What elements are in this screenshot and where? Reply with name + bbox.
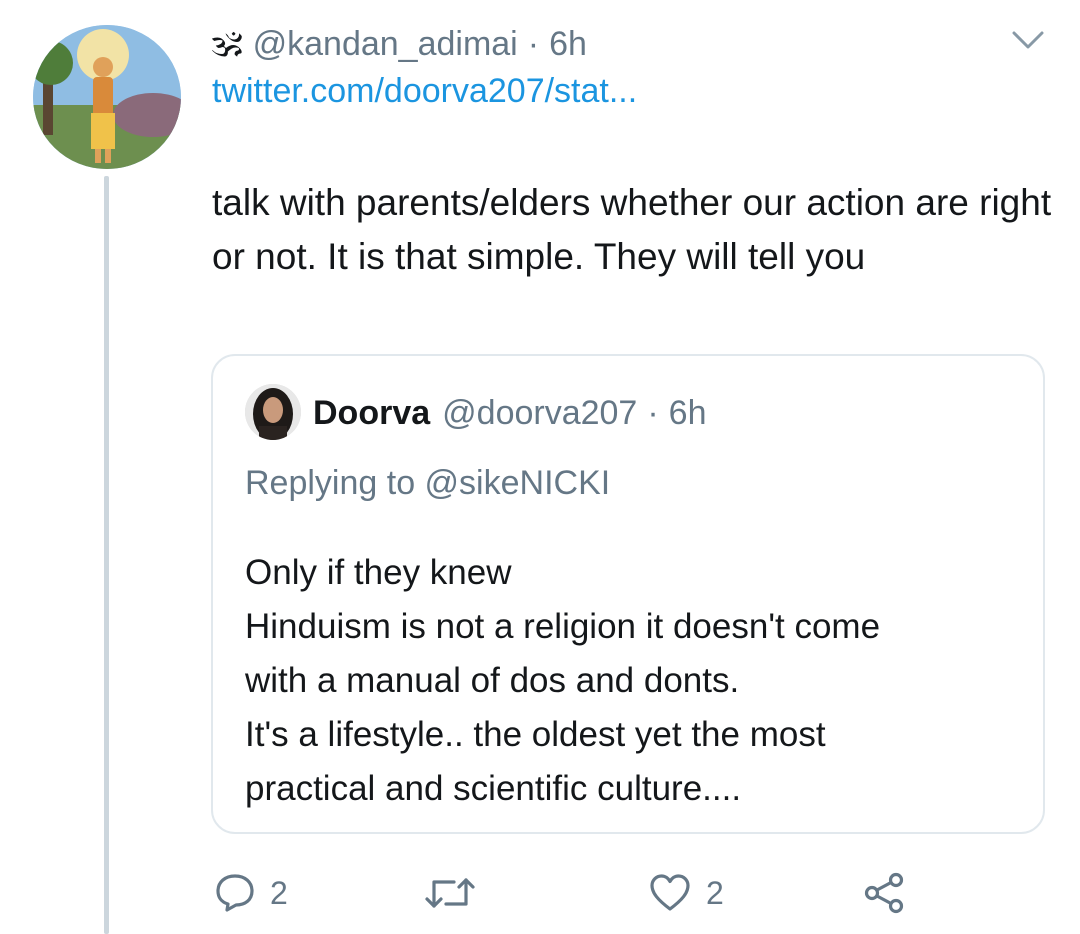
quoted-text-line: It's a lifestyle.. the oldest yet the mo…	[245, 715, 826, 754]
quoted-time: 6h	[668, 393, 707, 432]
quoted-author-name[interactable]: Doorva	[313, 394, 430, 433]
header-separator: ·	[527, 24, 540, 63]
reply-count: 2	[270, 874, 288, 911]
tweet-link[interactable]: twitter.com/doorva207/stat...	[212, 72, 637, 111]
replying-to: Replying to @sikeNICKI	[245, 464, 611, 502]
share-icon	[864, 872, 904, 914]
chevron-down-icon[interactable]	[1012, 30, 1044, 50]
quoted-author-avatar[interactable]	[245, 384, 301, 440]
retweet-icon	[425, 878, 475, 908]
quoted-text-line: Hinduism is not a religion it doesn't co…	[245, 607, 881, 646]
quoted-separator: ·	[647, 393, 659, 432]
reply-icon	[216, 874, 254, 912]
share-button[interactable]	[862, 868, 908, 918]
tweet-text: talk with parents/elders whether our act…	[212, 182, 1052, 277]
retweet-button[interactable]	[424, 868, 490, 918]
quoted-text: Only if they knew Hinduism is not a reli…	[245, 546, 1035, 816]
heart-icon	[650, 874, 690, 911]
quoted-text-line: with a manual of dos and donts.	[245, 661, 740, 700]
tweet-time[interactable]: 6h	[549, 25, 587, 64]
quoted-author-handle[interactable]: @doorva207	[442, 394, 637, 433]
author-handle[interactable]: @kandan_adimai	[253, 25, 518, 64]
thread-line	[104, 176, 109, 934]
quoted-tweet-card[interactable]: Doorva @doorva207 · 6h Replying to @sike…	[211, 354, 1045, 834]
author-name[interactable]: 🕉	[212, 25, 243, 64]
like-button[interactable]: 2	[648, 868, 724, 918]
quoted-header: Doorva @doorva207 · 6h	[313, 386, 707, 440]
quoted-text-line: practical and scientific culture....	[245, 769, 742, 808]
like-count: 2	[706, 874, 724, 911]
tweet-header: 🕉 @kandan_adimai · 6h	[212, 20, 587, 68]
quoted-text-line: Only if they knew	[245, 553, 512, 592]
reply-button[interactable]: 2	[214, 868, 288, 918]
author-avatar[interactable]	[33, 25, 181, 169]
